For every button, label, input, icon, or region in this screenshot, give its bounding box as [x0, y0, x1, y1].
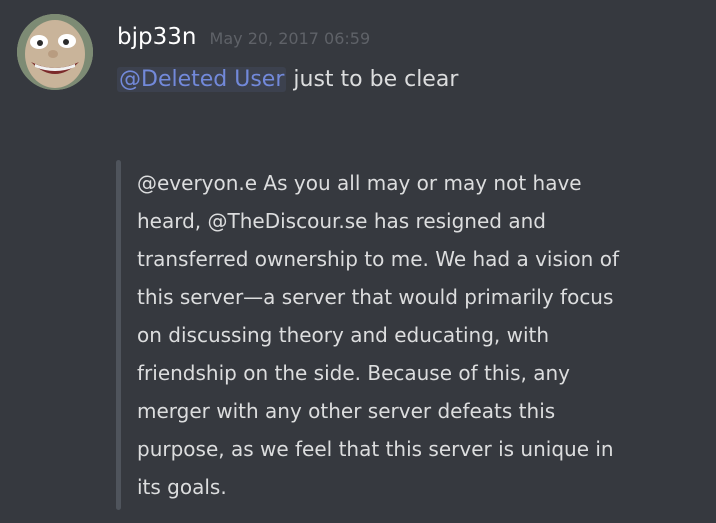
- user-mention[interactable]: @Deleted User: [117, 67, 287, 92]
- quote-line: this server—a server that would primaril…: [137, 285, 614, 309]
- quote-line: transferred ownership to me. We had a vi…: [137, 247, 619, 271]
- quote-line: on discussing theory and educating, with: [137, 323, 550, 347]
- user-avatar-image: [17, 14, 93, 90]
- chat-message: bjp33n May 20, 2017 06:59 @Deleted User …: [0, 0, 716, 523]
- timestamp: May 20, 2017 06:59: [209, 29, 371, 48]
- avatar[interactable]: [17, 14, 93, 90]
- quote-bar: [116, 160, 121, 510]
- message-text: just to be clear: [293, 67, 459, 92]
- quote-text: @everyon.e As you all may or may not hav…: [137, 164, 705, 506]
- username[interactable]: bjp33n: [117, 24, 196, 50]
- quote-line: merger with any other server defeats thi…: [137, 399, 556, 423]
- message-header: bjp33n May 20, 2017 06:59: [117, 24, 370, 60]
- quote-line: its goals.: [137, 475, 227, 499]
- quote-line: @everyon.e As you all may or may not hav…: [137, 171, 582, 195]
- quote-line: friendship on the side. Because of this,…: [137, 361, 570, 385]
- quote-line: heard, @TheDiscour.se has resigned and: [137, 209, 546, 233]
- message-content: @Deleted User just to be clear: [117, 64, 458, 96]
- quote-block: @everyon.e As you all may or may not hav…: [116, 160, 706, 510]
- quote-line: purpose, as we feel that this server is …: [137, 437, 614, 461]
